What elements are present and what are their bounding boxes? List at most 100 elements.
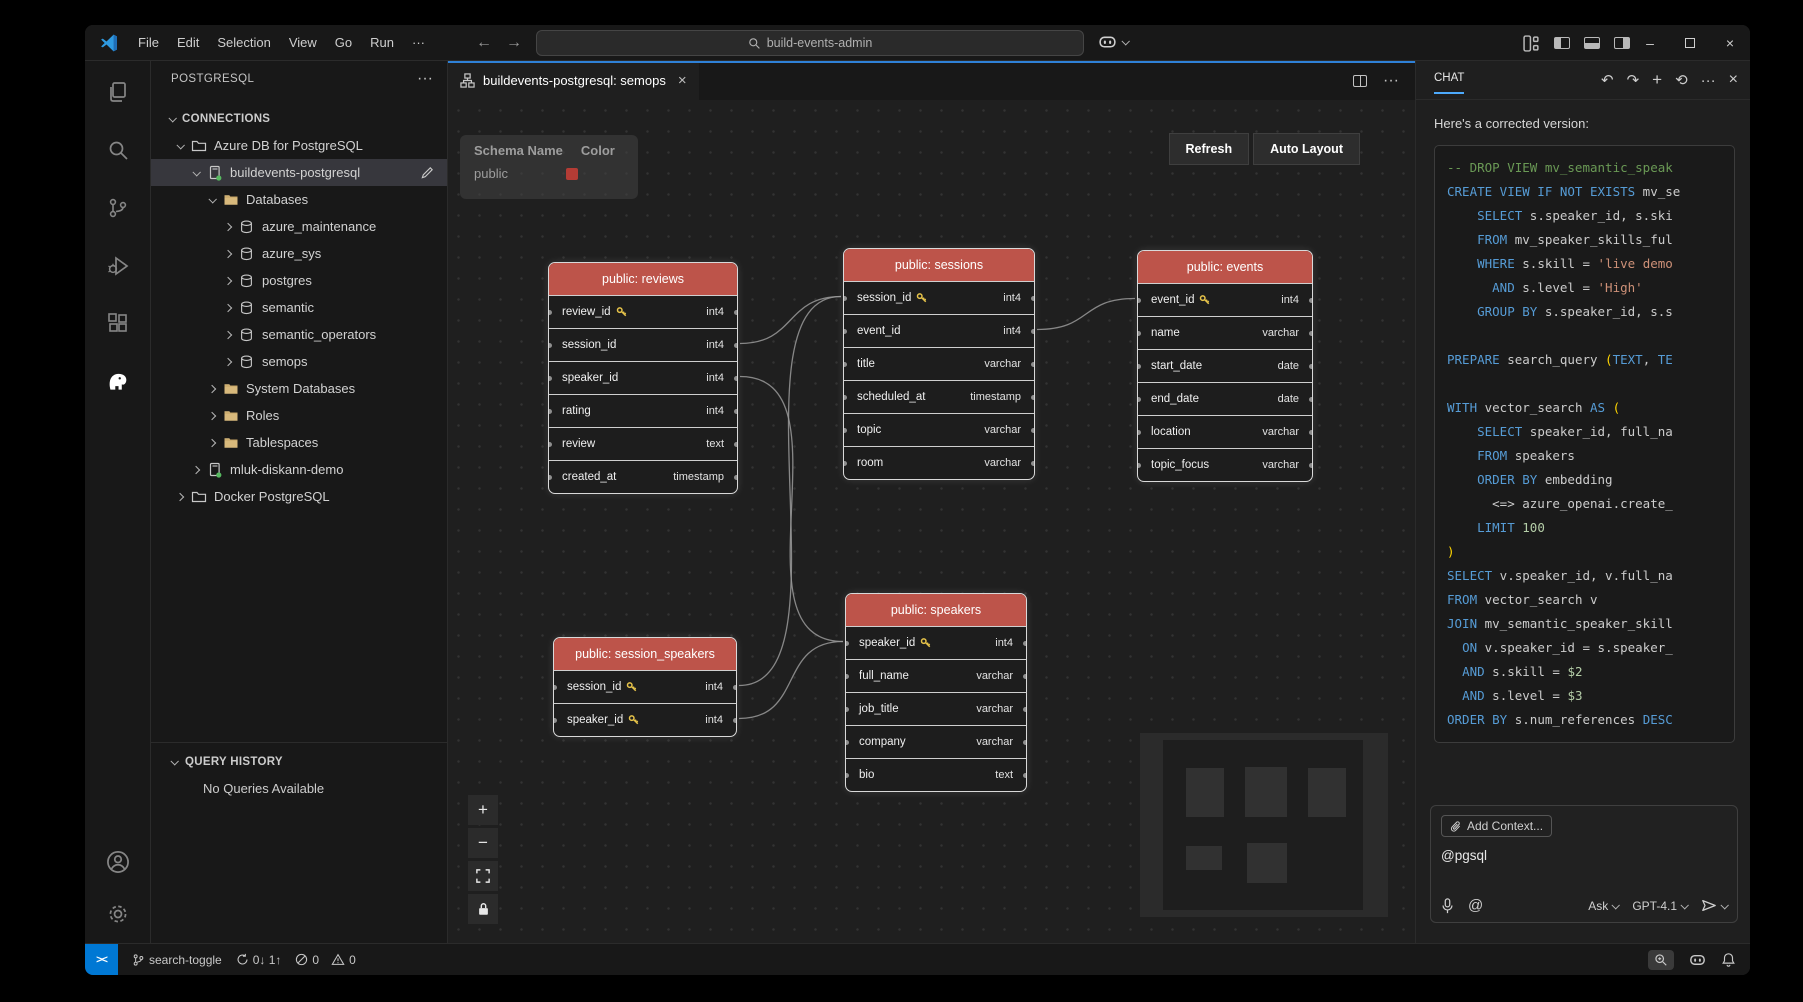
- menu-overflow[interactable]: ···: [403, 35, 434, 50]
- menu-view[interactable]: View: [280, 35, 326, 50]
- chat-more-actions[interactable]: ···: [1701, 72, 1716, 89]
- menu-selection[interactable]: Selection: [208, 35, 279, 50]
- nav-back-icon[interactable]: ←: [476, 34, 492, 52]
- tree-item-azure-sys[interactable]: azure_sys: [151, 240, 447, 267]
- tree-item-tablespaces[interactable]: Tablespaces: [151, 429, 447, 456]
- er-table-reviews[interactable]: public: reviewsreview_idint4session_idin…: [548, 262, 738, 494]
- er-table-speakers[interactable]: public: speakersspeaker_idint4full_namev…: [845, 593, 1027, 792]
- search-view-icon[interactable]: [103, 135, 133, 165]
- toggle-panel-icon[interactable]: [1584, 37, 1600, 49]
- edit-connection-icon[interactable]: [420, 165, 435, 180]
- er-column-event_id[interactable]: event_idint4: [844, 314, 1034, 347]
- tree-item-buildevents-postgresql[interactable]: buildevents-postgresql: [151, 159, 447, 186]
- toggle-sidebar-icon[interactable]: [1554, 37, 1570, 49]
- chat-input-box[interactable]: Add Context... @pgsql @ Ask GPT-4.1: [1430, 805, 1738, 923]
- tree-item-docker-postgresql[interactable]: Docker PostgreSQL: [151, 483, 447, 510]
- minimize-button[interactable]: –: [1630, 25, 1670, 61]
- redo-icon[interactable]: ↷: [1627, 71, 1640, 89]
- customize-layout-icon[interactable]: [1523, 35, 1540, 52]
- chat-history-icon[interactable]: ⟲: [1675, 71, 1688, 89]
- er-table-session_speakers[interactable]: public: session_speakerssession_idint4sp…: [553, 637, 737, 737]
- er-column-speaker_id[interactable]: speaker_idint4: [549, 361, 737, 394]
- section-query-history[interactable]: QUERY HISTORY: [151, 751, 447, 773]
- undo-icon[interactable]: ↶: [1601, 71, 1614, 89]
- tree-item-semops[interactable]: semops: [151, 348, 447, 375]
- editor-more-actions[interactable]: ···: [1383, 72, 1399, 90]
- er-column-session_id[interactable]: session_idint4: [844, 281, 1034, 314]
- lock-button[interactable]: [468, 894, 498, 924]
- extensions-icon[interactable]: [103, 309, 133, 339]
- er-column-event_id[interactable]: event_idint4: [1138, 283, 1312, 316]
- er-table-sessions[interactable]: public: sessionssession_idint4event_idin…: [843, 248, 1035, 480]
- diagram-canvas[interactable]: Schema Name Color public Refresh Auto La…: [448, 100, 1415, 943]
- mention-icon[interactable]: @: [1468, 897, 1483, 914]
- remote-indicator[interactable]: ><: [85, 944, 118, 975]
- maximize-button[interactable]: [1670, 25, 1710, 61]
- problems-indicator[interactable]: 0 0: [295, 953, 355, 967]
- refresh-button[interactable]: Refresh: [1169, 133, 1250, 165]
- tree-item-roles[interactable]: Roles: [151, 402, 447, 429]
- er-column-title[interactable]: titlevarchar: [844, 347, 1034, 380]
- tab-schema-visualization[interactable]: buildevents-postgresql: semops ×: [448, 61, 699, 100]
- command-center-search[interactable]: build-events-admin: [536, 30, 1084, 56]
- tree-item-postgres[interactable]: postgres: [151, 267, 447, 294]
- tree-item-system-databases[interactable]: System Databases: [151, 375, 447, 402]
- menu-edit[interactable]: Edit: [168, 35, 208, 50]
- nav-forward-icon[interactable]: →: [506, 34, 522, 52]
- settings-gear-icon[interactable]: [103, 899, 133, 929]
- account-icon[interactable]: [103, 847, 133, 877]
- er-column-review[interactable]: reviewtext: [549, 427, 737, 460]
- microphone-icon[interactable]: [1441, 898, 1454, 914]
- chat-input-value[interactable]: @pgsql: [1441, 848, 1727, 863]
- fit-view-button[interactable]: [468, 861, 498, 891]
- er-table-events[interactable]: public: eventsevent_idint4namevarcharsta…: [1137, 250, 1313, 482]
- er-column-bio[interactable]: biotext: [846, 758, 1026, 791]
- menu-run[interactable]: Run: [361, 35, 403, 50]
- diagram-minimap[interactable]: [1140, 733, 1388, 917]
- er-column-room[interactable]: roomvarchar: [844, 446, 1034, 479]
- source-control-icon[interactable]: [103, 193, 133, 223]
- er-column-session_id[interactable]: session_idint4: [554, 670, 736, 703]
- tree-item-azure-maintenance[interactable]: azure_maintenance: [151, 213, 447, 240]
- add-context-button[interactable]: Add Context...: [1441, 815, 1552, 837]
- er-column-full_name[interactable]: full_namevarchar: [846, 659, 1026, 692]
- er-column-company[interactable]: companyvarchar: [846, 725, 1026, 758]
- copilot-status-icon[interactable]: [1688, 950, 1707, 969]
- tab-close-icon[interactable]: ×: [678, 72, 687, 89]
- toggle-secondary-sidebar-icon[interactable]: [1614, 37, 1630, 49]
- auto-layout-button[interactable]: Auto Layout: [1253, 133, 1360, 165]
- zoom-out-button[interactable]: −: [468, 828, 498, 858]
- new-chat-icon[interactable]: +: [1652, 70, 1662, 90]
- tree-item-semantic[interactable]: semantic: [151, 294, 447, 321]
- chat-close-icon[interactable]: ×: [1729, 71, 1738, 89]
- er-column-end_date[interactable]: end_datedate: [1138, 382, 1312, 415]
- model-dropdown[interactable]: GPT-4.1: [1632, 899, 1687, 913]
- mode-dropdown[interactable]: Ask: [1588, 899, 1618, 913]
- er-column-start_date[interactable]: start_datedate: [1138, 349, 1312, 382]
- send-button[interactable]: [1701, 898, 1727, 913]
- menu-file[interactable]: File: [129, 35, 168, 50]
- close-button[interactable]: ×: [1710, 25, 1750, 61]
- er-column-name[interactable]: namevarchar: [1138, 316, 1312, 349]
- er-column-speaker_id[interactable]: speaker_idint4: [554, 703, 736, 736]
- sidebar-more-actions[interactable]: ···: [417, 70, 433, 88]
- tree-item-mluk-diskann-demo[interactable]: mluk-diskann-demo: [151, 456, 447, 483]
- run-debug-icon[interactable]: [103, 251, 133, 281]
- tree-item-azure-db-for-postgresql[interactable]: Azure DB for PostgreSQL: [151, 132, 447, 159]
- er-column-job_title[interactable]: job_titlevarchar: [846, 692, 1026, 725]
- postgresql-view-icon[interactable]: [103, 367, 133, 397]
- er-column-topic_focus[interactable]: topic_focusvarchar: [1138, 448, 1312, 481]
- sync-indicator[interactable]: 0↓ 1↑: [236, 953, 282, 967]
- tree-item-databases[interactable]: Databases: [151, 186, 447, 213]
- er-column-speaker_id[interactable]: speaker_idint4: [846, 626, 1026, 659]
- er-column-session_id[interactable]: session_idint4: [549, 328, 737, 361]
- menu-go[interactable]: Go: [326, 35, 361, 50]
- copilot-menu[interactable]: [1097, 31, 1128, 52]
- tree-item-semantic-operators[interactable]: semantic_operators: [151, 321, 447, 348]
- explorer-icon[interactable]: [103, 77, 133, 107]
- chat-tab[interactable]: CHAT: [1434, 72, 1464, 88]
- bell-icon[interactable]: [1721, 952, 1736, 968]
- zoom-in-button[interactable]: +: [468, 795, 498, 825]
- branch-indicator[interactable]: search-toggle: [132, 953, 222, 967]
- er-column-topic[interactable]: topicvarchar: [844, 413, 1034, 446]
